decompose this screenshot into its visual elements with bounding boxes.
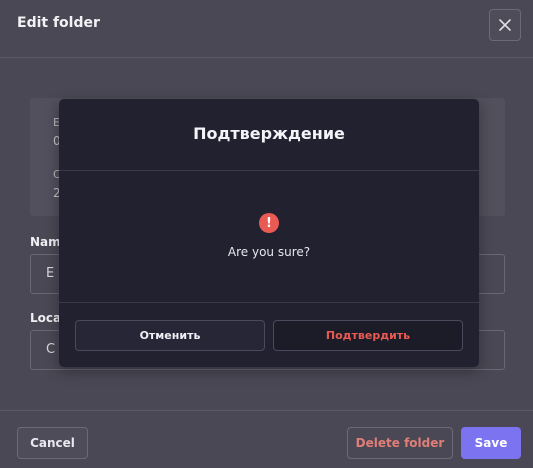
save-button[interactable]: Save (461, 427, 521, 459)
dialog-cancel-button[interactable]: Отменить (75, 320, 265, 351)
location-label: Loca (30, 311, 62, 325)
modal-title: Edit folder (17, 15, 100, 31)
exclamation-icon: ! (259, 213, 279, 233)
divider (59, 302, 479, 303)
cancel-button[interactable]: Cancel (17, 427, 88, 459)
dialog-confirm-button[interactable]: Подтвердить (273, 320, 463, 351)
confirm-dialog: Подтверждение ! Are you sure? Отменить П… (59, 99, 479, 367)
divider (59, 170, 479, 171)
close-button[interactable] (489, 9, 521, 41)
close-icon (499, 19, 511, 31)
confirm-dialog-title: Подтверждение (193, 124, 345, 143)
confirm-message: Are you sure? (227, 245, 311, 259)
delete-folder-button[interactable]: Delete folder (347, 427, 453, 459)
